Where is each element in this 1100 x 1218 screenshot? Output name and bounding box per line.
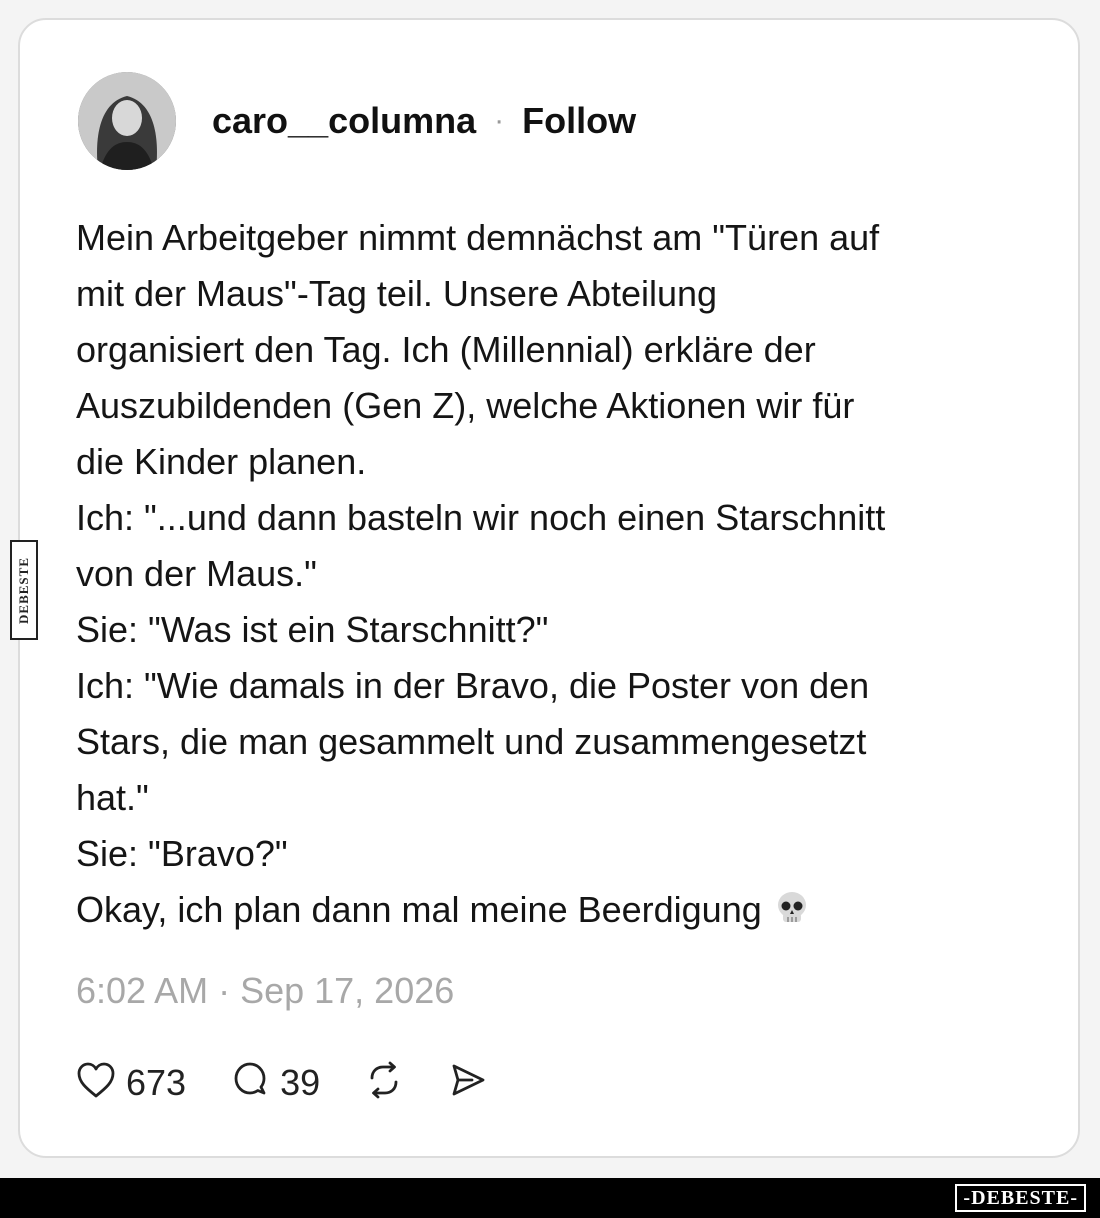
post-line: Stars, die man gesammelt und zusammenges… xyxy=(76,721,867,762)
like-button[interactable]: 673 xyxy=(76,1061,186,1104)
comment-icon xyxy=(230,1060,270,1105)
post-actions: 673 39 xyxy=(76,1060,532,1105)
post-line: mit der Maus"-Tag teil. Unsere Abteilung xyxy=(76,273,718,314)
like-count: 673 xyxy=(126,1061,187,1103)
avatar-image xyxy=(78,72,176,170)
header-separator: · xyxy=(494,104,505,137)
post-line: Okay, ich plan dann mal meine Beerdigung xyxy=(76,889,762,930)
post-header: caro__columna · Follow xyxy=(78,72,636,170)
post-line: organisiert den Tag. Ich (Millennial) er… xyxy=(76,329,816,370)
post-last-line: Okay, ich plan dann mal meine Beerdigung xyxy=(76,882,1006,944)
post-card: caro__columna · Follow Mein Arbeitgeber … xyxy=(18,18,1080,1158)
follow-button[interactable]: Follow xyxy=(522,100,636,142)
avatar[interactable] xyxy=(78,72,176,170)
post-line: Ich: "...und dann basteln wir noch einen… xyxy=(76,497,886,538)
username[interactable]: caro__columna xyxy=(212,100,476,142)
share-icon xyxy=(448,1060,488,1105)
post-line: Sie: "Was ist ein Starschnitt?" xyxy=(76,609,549,650)
footer-logo: -DEBESTE- xyxy=(955,1184,1086,1212)
reply-button[interactable]: 39 xyxy=(230,1060,320,1105)
post-text: Mein Arbeitgeber nimmt demnächst am "Tür… xyxy=(76,210,1006,944)
repost-button[interactable] xyxy=(364,1060,404,1105)
post-line: die Kinder planen. xyxy=(76,441,367,482)
post-line: Ich: "Wie damals in der Bravo, die Poste… xyxy=(76,665,870,706)
post-line: hat." xyxy=(76,777,149,818)
skull-emoji-icon xyxy=(772,888,812,944)
side-watermark: DEBESTE xyxy=(10,540,38,640)
share-button[interactable] xyxy=(448,1060,488,1105)
post-line: von der Maus." xyxy=(76,553,317,594)
post-line: Mein Arbeitgeber nimmt demnächst am "Tür… xyxy=(76,217,880,258)
side-watermark-text: DEBESTE xyxy=(16,556,31,624)
post-line: Sie: "Bravo?" xyxy=(76,833,288,874)
repost-icon xyxy=(364,1060,404,1105)
footer-bar: -DEBESTE- xyxy=(0,1178,1100,1218)
reply-count: 39 xyxy=(280,1061,321,1103)
heart-icon xyxy=(76,1061,116,1104)
post-timestamp: 6:02 AM · Sep 17, 2026 xyxy=(76,970,455,1011)
post-line: Auszubildenden (Gen Z), welche Aktionen … xyxy=(76,385,855,426)
